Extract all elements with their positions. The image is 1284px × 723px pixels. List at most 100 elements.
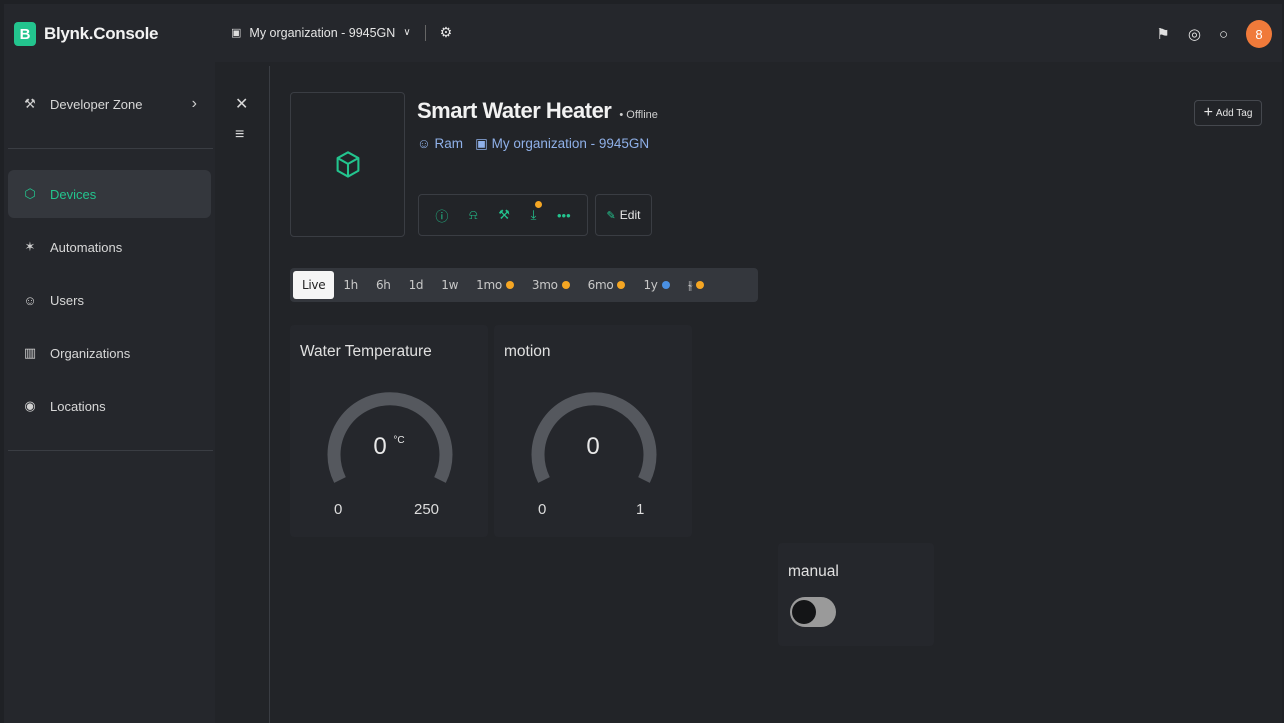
sidebar-divider <box>8 450 213 451</box>
sparkle-icon: ✶ <box>24 239 36 254</box>
range-label: 1h <box>343 278 358 292</box>
bell-icon[interactable]: ⍾ <box>469 207 478 223</box>
cube-icon: ⬡ <box>24 186 36 201</box>
sidebar-divider <box>8 148 213 149</box>
sidebar-item-devices[interactable]: ⬡ Devices <box>8 170 211 218</box>
edit-button[interactable]: ✎ Edit <box>595 194 652 236</box>
widget-title: Water Temperature <box>300 343 432 360</box>
gauge-value: 0 °C <box>290 433 488 461</box>
device-org: My organization - 9945GN <box>491 136 650 151</box>
building-icon: ▣ <box>475 136 492 151</box>
sidebar-item-label: Locations <box>50 398 106 414</box>
org-selector[interactable]: ▣ My organization - 9945GN ∨ ⚙ <box>231 24 452 41</box>
device-title: Smart Water Heater • Offline <box>417 98 658 124</box>
add-tag-button[interactable]: + Add Tag <box>1194 100 1262 126</box>
range-1mo[interactable]: 1mo <box>467 271 523 299</box>
range-3mo[interactable]: 3mo <box>523 271 579 299</box>
plus-icon: + <box>1203 104 1213 121</box>
blynk-logo-icon: B <box>14 22 36 46</box>
close-icon[interactable]: ✕ <box>235 94 248 114</box>
info-icon[interactable]: ⓘ <box>435 206 448 225</box>
building-icon: ▣ <box>231 27 242 39</box>
add-tag-label: Add Tag <box>1215 107 1253 119</box>
gauge-value: 0 <box>586 433 600 460</box>
range-label: 3mo <box>531 278 558 292</box>
device-owner-link[interactable]: ☺ Ram <box>417 136 463 152</box>
user-icon: ☺ <box>417 136 435 151</box>
toggle-knob <box>792 600 816 624</box>
widget-manual: manual <box>778 543 934 646</box>
temperature-gauge <box>327 392 453 483</box>
gauge-unit: °C <box>393 435 405 446</box>
sidebar-item-label: Devices <box>50 186 97 202</box>
device-meta: ☺ Ram ▣ My organization - 9945GN <box>417 136 649 152</box>
cube-icon <box>336 150 359 178</box>
time-range-selector: Live 1h 6h 1d 1w 1mo 3mo 6mo 1y ⫳ <box>290 268 758 302</box>
top-icons: ⚑ ◎ ○ 8 <box>1156 20 1272 48</box>
range-1d[interactable]: 1d <box>400 271 433 299</box>
top-bar: ▣ My organization - 9945GN ∨ ⚙ ⚑ ◎ ○ 8 <box>215 4 1282 62</box>
device-org-link[interactable]: ▣ My organization - 9945GN <box>475 136 649 152</box>
menu-icon[interactable]: ≡ <box>235 126 244 144</box>
premium-dot <box>561 281 570 289</box>
location-pin-icon: ◉ <box>24 398 36 413</box>
range-live[interactable]: Live <box>293 271 335 299</box>
sidebar-item-label: Developer Zone <box>50 96 143 112</box>
more-icon[interactable]: ••• <box>557 208 571 223</box>
download-icon[interactable]: ⤓ <box>531 201 543 223</box>
range-label: 6mo <box>587 278 614 292</box>
gauge-value-number: 0 <box>373 433 387 460</box>
range-6mo[interactable]: 6mo <box>579 271 635 299</box>
widget-water-temperature[interactable]: Water Temperature 0 °C 0 250 <box>290 325 488 537</box>
brand-name: Blynk.Console <box>44 24 159 43</box>
premium-dot <box>505 281 514 289</box>
megaphone-icon[interactable]: ⚑ <box>1156 25 1169 43</box>
brand[interactable]: B Blynk.Console <box>14 22 158 46</box>
widget-motion[interactable]: motion 0 0 1 <box>494 325 692 537</box>
premium-dot <box>696 281 705 289</box>
premium-dot <box>617 281 626 289</box>
help-icon[interactable]: ◎ <box>1188 25 1201 43</box>
range-1w[interactable]: 1w <box>432 271 467 299</box>
range-1y[interactable]: 1y <box>634 271 678 299</box>
sidebar-item-label: Organizations <box>50 345 131 361</box>
bell-icon[interactable]: ○ <box>1219 26 1228 43</box>
sidebar: B Blynk.Console ⚒ Developer Zone › ⬡ Dev… <box>4 4 215 723</box>
sidebar-item-developer-zone[interactable]: ⚒ Developer Zone › <box>8 80 211 128</box>
chevron-down-icon: ∨ <box>403 27 411 38</box>
chevron-right-icon: › <box>191 95 197 112</box>
building-icon: ▥ <box>23 345 37 360</box>
device-image[interactable] <box>290 92 405 237</box>
device-status: • Offline <box>619 109 658 121</box>
edit-icon: ✎ <box>606 209 616 222</box>
range-label: 1y <box>643 278 658 292</box>
gauge-max: 1 <box>636 501 645 518</box>
device-owner: Ram <box>434 136 464 151</box>
gear-icon[interactable]: ⚙ <box>440 24 453 41</box>
widget-title: motion <box>504 343 551 360</box>
divider <box>424 24 426 41</box>
range-1h[interactable]: 1h <box>334 271 367 299</box>
sidebar-item-organizations[interactable]: ▥ Organizations <box>8 329 211 377</box>
manual-toggle[interactable] <box>790 597 836 627</box>
device-actions: ⓘ ⍾ ⚒ ⤓ ••• <box>418 194 588 236</box>
range-custom[interactable]: ⫳ <box>679 271 714 299</box>
wrench-icon: ⚒ <box>24 96 36 111</box>
avatar[interactable]: 8 <box>1246 20 1272 48</box>
range-6h[interactable]: 6h <box>367 271 400 299</box>
sidebar-item-label: Automations <box>50 239 123 255</box>
sidebar-item-locations[interactable]: ◉ Locations <box>8 382 211 430</box>
range-label: 1d <box>408 278 424 292</box>
sidebar-item-users[interactable]: ☺ Users <box>8 276 211 324</box>
gauge-max: 250 <box>414 501 440 518</box>
gauge-min: 0 <box>334 501 343 518</box>
notification-dot <box>535 201 543 208</box>
range-label: 1w <box>441 278 459 292</box>
device-name: Smart Water Heater <box>417 98 612 123</box>
wrench-icon[interactable]: ⚒ <box>498 207 510 223</box>
edit-label: Edit <box>619 208 641 222</box>
sliders-icon: ⫳ <box>687 277 693 292</box>
sidebar-item-automations[interactable]: ✶ Automations <box>8 223 211 271</box>
range-label: 6h <box>375 278 391 292</box>
device-list-rail: ✕ ≡ <box>215 66 270 723</box>
